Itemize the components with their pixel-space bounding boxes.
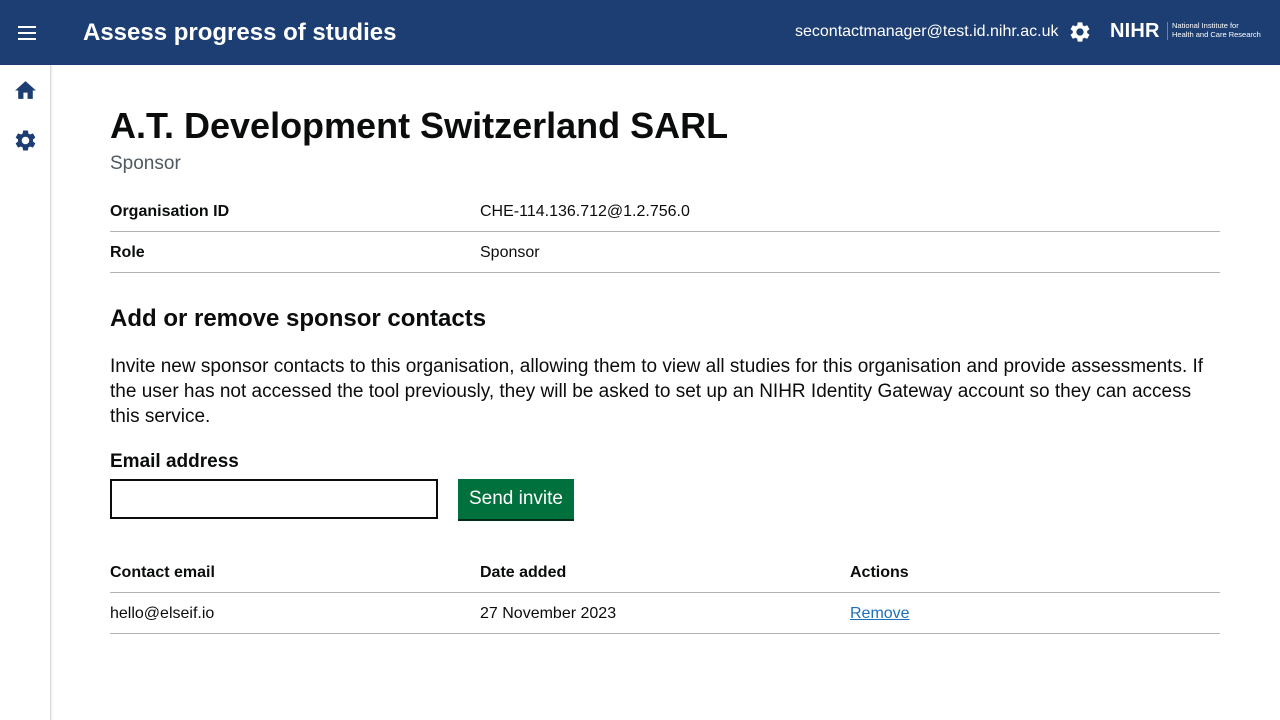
section-description: Invite new sponsor contacts to this orga…	[110, 356, 1204, 427]
gear-icon[interactable]	[1068, 20, 1092, 44]
app-title: Assess progress of studies	[83, 19, 397, 46]
send-invite-button[interactable]: Send invite	[458, 479, 574, 519]
column-header-date-added: Date added	[480, 564, 567, 581]
home-icon[interactable]	[13, 78, 38, 103]
page-caption: Sponsor	[110, 153, 181, 174]
summary-key: Role	[110, 244, 145, 261]
logo-subtitle: National Institute for Health and Care R…	[1172, 21, 1261, 39]
summary-list: Organisation ID CHE-114.136.712@1.2.756.…	[110, 191, 1220, 273]
user-email: secontactmanager@test.id.nihr.ac.uk	[795, 23, 1059, 40]
top-header: Assess progress of studies secontactmana…	[0, 0, 1280, 65]
table-row: hello@elseif.io 27 November 2023 Remove	[110, 593, 1220, 634]
nihr-logo[interactable]: NIHR National Institute for Health and C…	[1110, 18, 1270, 44]
section-heading: Add or remove sponsor contacts	[110, 305, 487, 332]
logo-wordmark: NIHR	[1110, 20, 1160, 42]
column-header-actions: Actions	[850, 564, 909, 581]
side-navigation	[0, 65, 51, 720]
menu-icon[interactable]	[13, 20, 41, 46]
remove-link[interactable]: Remove	[850, 604, 910, 624]
date-added-cell: 27 November 2023	[480, 605, 617, 622]
gear-icon[interactable]	[13, 128, 38, 153]
summary-row-role: Role Sponsor	[110, 232, 1220, 273]
summary-row-organisation-id: Organisation ID CHE-114.136.712@1.2.756.…	[110, 191, 1220, 232]
logo-divider	[1167, 22, 1168, 40]
summary-key: Organisation ID	[110, 203, 230, 220]
summary-value: CHE-114.136.712@1.2.756.0	[480, 203, 690, 220]
table-header-row: Contact email Date added Actions	[110, 552, 1220, 593]
page-title: A.T. Development Switzerland SARL	[110, 105, 729, 146]
summary-value: Sponsor	[480, 244, 540, 261]
contacts-table: Contact email Date added Actions hello@e…	[110, 552, 1220, 634]
email-label: Email address	[110, 451, 239, 472]
column-header-contact-email: Contact email	[110, 564, 215, 581]
contact-email-cell: hello@elseif.io	[110, 605, 215, 622]
email-field[interactable]	[110, 479, 438, 519]
